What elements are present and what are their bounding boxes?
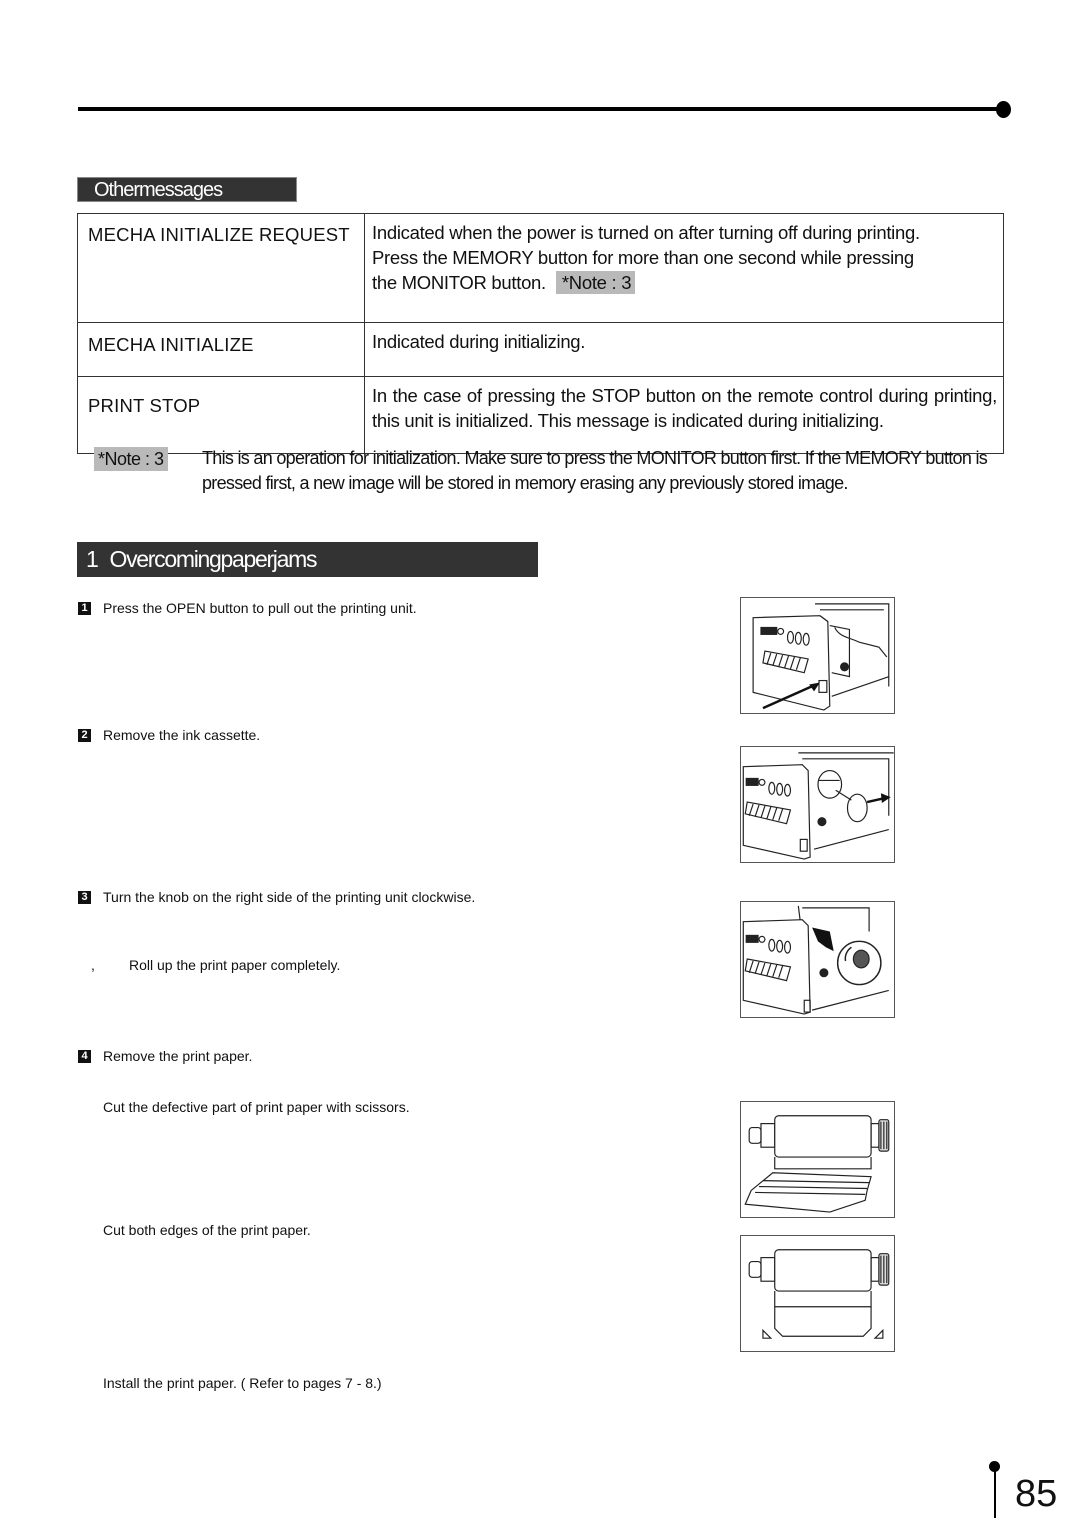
- open-button-illustration: [740, 597, 895, 714]
- section-label: Othermessages: [77, 177, 297, 202]
- heading-title: Overcomingpaperjams: [109, 546, 318, 572]
- substep-install: Install the print paper. ( Refer to page…: [103, 1375, 382, 1391]
- printer-open-button-arrow-icon: [752, 603, 890, 711]
- messages-table: MECHA INITIALIZE REQUEST Indicated when …: [77, 213, 1004, 454]
- description-line-with-note: the MONITOR button. *Note : 3: [372, 270, 997, 295]
- substep-marker: ,: [91, 957, 95, 973]
- printer-knob-zoom-icon: [742, 905, 889, 1015]
- heading-number: 1: [86, 546, 99, 572]
- page-marker-line: [994, 1468, 996, 1518]
- description-line: Indicated when the power is turned on af…: [372, 222, 920, 243]
- step-number-badge: 3: [78, 890, 91, 904]
- step-number-badge: 1: [78, 601, 91, 615]
- message-description: Indicated during initializing.: [364, 322, 1004, 377]
- substep-cut-defective: Cut the defective part of print paper wi…: [103, 1099, 410, 1115]
- message-name: PRINT STOP: [77, 376, 365, 454]
- description-line: the MONITOR button.: [372, 272, 546, 293]
- page-number: 85: [1015, 1473, 1058, 1515]
- remove-cassette-illustration: [740, 746, 895, 863]
- substep-cut-edges: Cut both edges of the print paper.: [103, 1222, 311, 1238]
- cut-defective-paper-illustration: [740, 1101, 895, 1218]
- step-number-badge: 2: [78, 728, 91, 742]
- step-text: Remove the ink cassette.: [103, 727, 261, 743]
- top-rule: [78, 107, 1004, 111]
- turn-knob-illustration: [740, 901, 895, 1018]
- table-row: PRINT STOP In the case of pressing the S…: [77, 376, 1004, 454]
- step-text: Turn the knob on the right side of the p…: [103, 889, 476, 905]
- section-heading: 1 Overcomingpaperjams: [77, 542, 538, 577]
- printer-cassette-out-arrow-icon: [742, 752, 894, 860]
- message-name: MECHA INITIALIZE: [77, 322, 365, 377]
- description-line: Press the MEMORY button for more than on…: [372, 247, 914, 268]
- message-name: MECHA INITIALIZE REQUEST: [77, 213, 365, 323]
- step-4: 4 Remove the print paper.: [78, 1047, 252, 1065]
- cut-edges-illustration: [740, 1235, 895, 1352]
- note-tag: *Note : 3: [94, 447, 168, 471]
- note-reference-chip: *Note : 3: [555, 271, 636, 294]
- substep-roll-up: Roll up the print paper completely.: [129, 957, 341, 973]
- message-description: Indicated when the power is turned on af…: [364, 213, 1004, 323]
- table-row: MECHA INITIALIZE Indicated during initia…: [77, 322, 1004, 377]
- rule-end-dot: [996, 101, 1011, 118]
- step-3: 3 Turn the knob on the right side of the…: [78, 888, 475, 906]
- paper-roll-cut-corners-icon: [748, 1249, 890, 1339]
- table-row: MECHA INITIALIZE REQUEST Indicated when …: [77, 213, 1004, 323]
- step-text: Press the OPEN button to pull out the pr…: [103, 600, 417, 616]
- paper-roll-torn-icon: [744, 1115, 890, 1213]
- message-description: In the case of pressing the STOP button …: [364, 376, 1004, 454]
- step-number-badge: 4: [78, 1049, 91, 1063]
- note-text: This is an operation for initialization.…: [202, 448, 988, 493]
- step-2: 2 Remove the ink cassette.: [78, 726, 260, 744]
- step-text: Remove the print paper.: [103, 1048, 253, 1064]
- step-1: 1 Press the OPEN button to pull out the …: [78, 599, 417, 617]
